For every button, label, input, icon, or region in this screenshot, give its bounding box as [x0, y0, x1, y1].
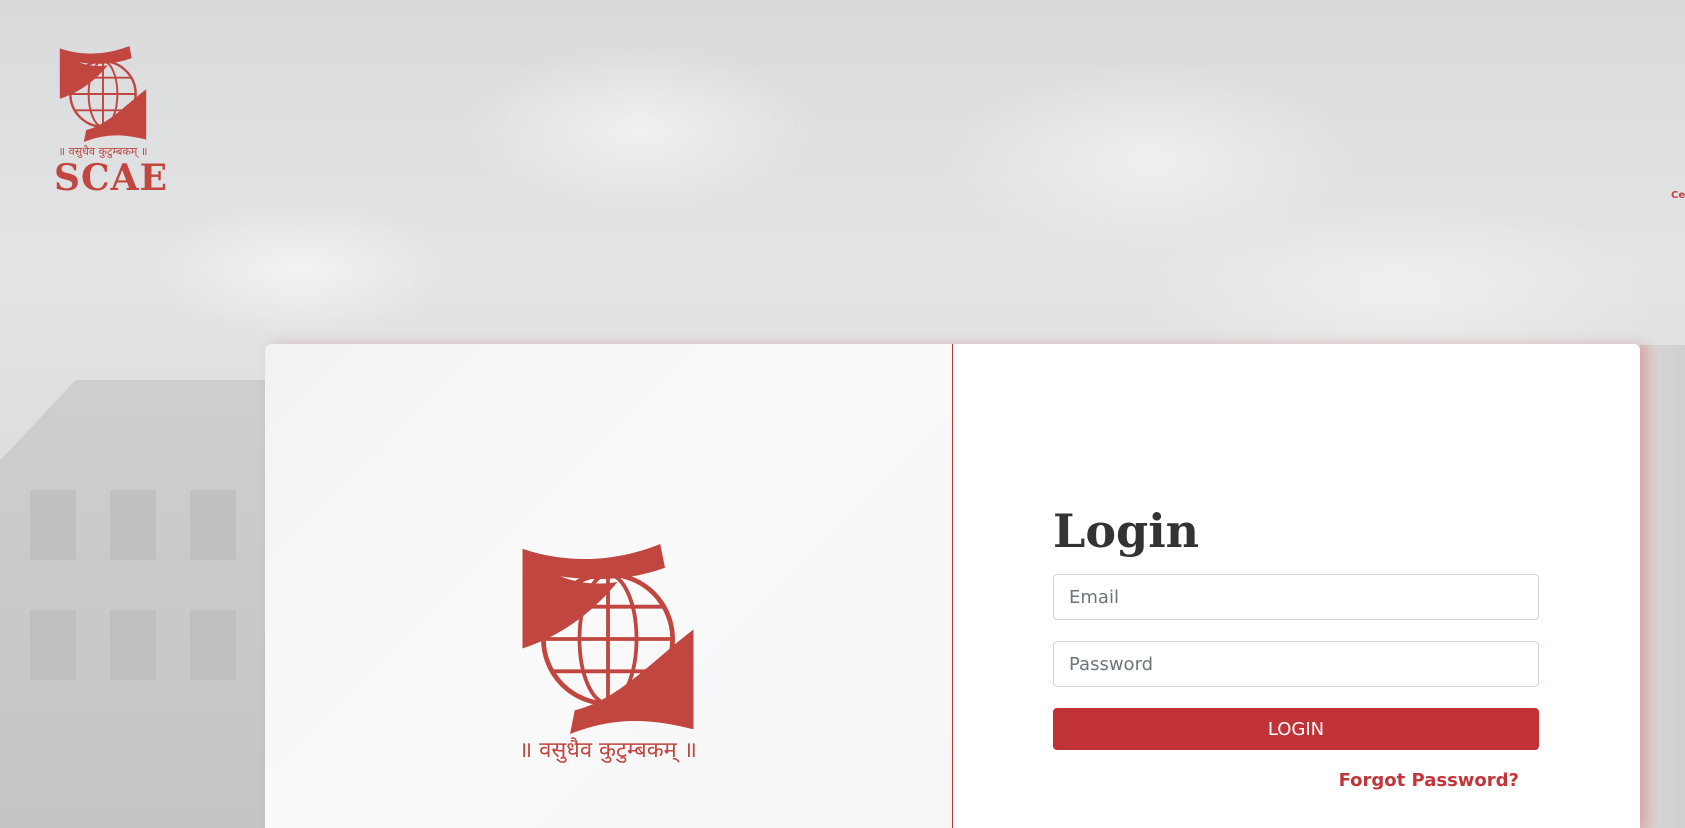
login-title: Login: [1053, 504, 1200, 558]
edge-text: Ce: [1671, 190, 1685, 201]
logo-brand: SCAE: [54, 157, 169, 199]
login-button[interactable]: LOGIN: [1053, 708, 1539, 750]
background-building: [0, 380, 270, 828]
forgot-password-link[interactable]: Forgot Password?: [1253, 770, 1519, 791]
scae-logo-icon: [59, 46, 147, 142]
login-card: ॥ वसुधैव कुटुम्बकम् ॥ Login LOGIN Forgot…: [265, 344, 1640, 828]
email-input[interactable]: [1053, 574, 1539, 620]
center-logo: ॥ वसुधैव कुटुम्बकम् ॥: [508, 544, 708, 774]
login-panel: Login LOGIN Forgot Password?: [953, 344, 1640, 828]
illustration-panel: ॥ वसुधैव कुटुम्बकम् ॥: [265, 344, 953, 828]
header-logo[interactable]: ॥ वसुधैव कुटुम्बकम् ॥ SCAE: [54, 46, 169, 199]
background-edge: [1640, 345, 1685, 828]
scae-emblem-icon: [522, 544, 694, 734]
emblem-motto: ॥ वसुधैव कुटुम्बकम् ॥: [519, 738, 697, 763]
password-input[interactable]: [1053, 641, 1539, 687]
